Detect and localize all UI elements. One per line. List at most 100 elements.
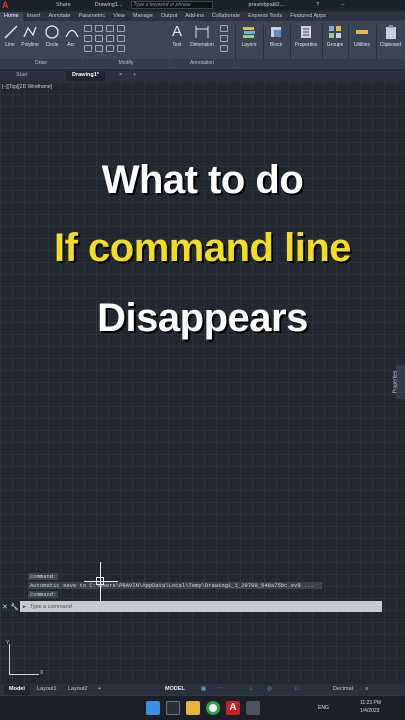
layers-tool[interactable]: Layers — [239, 24, 259, 48]
clock-time[interactable]: 11:23 PM — [360, 700, 381, 706]
add-layout-button[interactable]: + — [93, 685, 106, 695]
osnap-icon[interactable]: □ — [290, 685, 303, 695]
command-input[interactable]: ▸ Type a command — [20, 601, 382, 612]
app-icon[interactable] — [246, 701, 260, 715]
properties-palette-label: Properties — [392, 370, 399, 394]
table-icon[interactable] — [220, 25, 228, 32]
mirror-icon[interactable] — [95, 35, 103, 42]
grid-icon[interactable]: ▦ — [196, 685, 211, 695]
user-account[interactable]: pravinbpatil2... — [249, 2, 285, 8]
array-icon[interactable] — [106, 45, 114, 52]
properties-palette-tab[interactable]: Properties — [392, 365, 405, 399]
offset-icon[interactable] — [117, 45, 125, 52]
chrome-icon[interactable] — [206, 701, 220, 715]
help-icon[interactable]: ? — [316, 2, 319, 8]
autocad-taskbar-icon[interactable]: A — [226, 701, 240, 715]
command-placeholder: Type a command — [29, 603, 72, 610]
file-explorer-icon[interactable] — [186, 701, 200, 715]
tab-layout1[interactable]: Layout1 — [32, 685, 62, 695]
polyline-label: Polyline — [21, 42, 39, 48]
clipboard-tool[interactable]: Clipboard — [377, 24, 404, 48]
ucs-y-label: Y — [6, 640, 10, 646]
trim-icon[interactable] — [106, 25, 114, 32]
document-tabs: Start Drawing1* × + — [0, 70, 405, 81]
scale-icon[interactable] — [95, 45, 103, 52]
command-line: ✕ 🔧 ▸ Type a command — [2, 601, 382, 612]
command-history-line: Automatic save to C:\Users\PRAVIN\AppDat… — [28, 582, 322, 589]
stretch-icon[interactable] — [84, 45, 92, 52]
line-icon — [4, 25, 18, 39]
arc-label: Arc — [67, 42, 75, 48]
tab-add-ins[interactable]: Add-ins — [181, 12, 208, 21]
fillet-icon[interactable] — [106, 35, 114, 42]
viewport-controls[interactable]: [–][Top][2D Wireframe] — [2, 84, 52, 90]
modify-group-label[interactable]: Modify — [83, 59, 169, 68]
markup-icon[interactable] — [220, 45, 228, 52]
tab-insert[interactable]: Insert — [23, 12, 45, 21]
minimize-icon[interactable]: – — [341, 2, 344, 8]
dimension-tool[interactable]: Dimension — [187, 24, 217, 48]
close-icon[interactable]: ✕ — [2, 603, 10, 611]
text-tool[interactable]: A Text — [169, 24, 185, 49]
title-bar: A Share Drawing1... Type a keyword or ph… — [0, 0, 405, 10]
tab-parametric[interactable]: Parametric — [74, 12, 109, 21]
units-display[interactable]: Decimal — [328, 685, 358, 695]
utilities-tool[interactable]: Utilities — [350, 24, 374, 48]
new-tab-button[interactable]: + — [127, 71, 142, 81]
leader-icon[interactable] — [220, 35, 228, 42]
customization-icon[interactable]: ≡ — [360, 685, 373, 695]
tab-manage[interactable]: Manage — [129, 12, 157, 21]
groups-tool[interactable]: Groups — [324, 24, 346, 48]
tab-annotate[interactable]: Annotate — [44, 12, 74, 21]
autocad-window: A Share Drawing1... Type a keyword or ph… — [0, 0, 405, 720]
polyline-tool[interactable]: Polyline — [19, 24, 41, 48]
explode-icon[interactable] — [117, 35, 125, 42]
arc-tool[interactable]: Arc — [64, 24, 79, 48]
tab-featured-apps[interactable]: Featured Apps — [286, 12, 330, 21]
annotation-group-label[interactable]: Annotation — [170, 59, 234, 68]
headline-line-1: What to do — [101, 158, 304, 202]
search-input[interactable]: Type a keyword or phrase — [130, 1, 213, 9]
tab-express-tools[interactable]: Express Tools — [244, 12, 286, 21]
headline-line-3: Disappears — [97, 296, 308, 340]
utilities-label: Utilities — [353, 42, 371, 48]
language-indicator[interactable]: ENG — [318, 705, 329, 711]
layers-label: Layers — [241, 42, 257, 48]
block-icon — [271, 27, 281, 37]
tab-view[interactable]: View — [109, 12, 129, 21]
layout-tabs: Model Layout1 Layout2 + MODEL ▦ ⋯ ∟ ◎ □ … — [0, 684, 405, 695]
block-tool[interactable]: Block — [266, 24, 286, 48]
copy-icon[interactable] — [84, 35, 92, 42]
rotate-icon[interactable] — [95, 25, 103, 32]
ortho-icon[interactable]: ∟ — [244, 685, 259, 695]
model-space-toggle[interactable]: MODEL — [160, 685, 190, 695]
draw-group-label[interactable]: Draw — [0, 59, 82, 68]
groups-label: Groups — [326, 42, 344, 48]
snap-icon[interactable]: ⋯ — [212, 685, 228, 695]
windows-start-icon[interactable] — [146, 701, 160, 715]
search-icon[interactable] — [166, 701, 180, 715]
close-tab-icon[interactable]: × — [113, 71, 128, 81]
properties-tool[interactable]: Properties — [292, 24, 320, 48]
tab-layout2[interactable]: Layout2 — [63, 685, 93, 695]
dimension-icon — [195, 26, 209, 38]
tab-start[interactable]: Start — [10, 71, 34, 81]
ribbon-panel: Line Polyline Circle Arc A Text Dimensio… — [0, 21, 405, 69]
erase-icon[interactable] — [117, 25, 125, 32]
share-button[interactable]: Share — [56, 2, 71, 8]
line-tool[interactable]: Line — [3, 24, 18, 48]
circle-tool[interactable]: Circle — [44, 24, 60, 48]
tab-model[interactable]: Model — [4, 685, 30, 695]
tab-output[interactable]: Output — [157, 12, 182, 21]
app-logo[interactable]: A — [2, 0, 12, 10]
wrench-icon[interactable]: 🔧 — [10, 603, 20, 611]
dimension-label: Dimension — [190, 42, 214, 48]
tab-drawing1[interactable]: Drawing1* — [66, 71, 105, 81]
ribbon-tabs: Home Insert Annotate Parametric View Man… — [0, 12, 405, 21]
clock-date[interactable]: 1/4/2023 — [360, 708, 379, 714]
tab-home[interactable]: Home — [0, 12, 23, 21]
polar-icon[interactable]: ◎ — [262, 685, 277, 695]
ucs-icon — [9, 644, 10, 674]
move-icon[interactable] — [84, 25, 92, 32]
tab-collaborate[interactable]: Collaborate — [208, 12, 244, 21]
